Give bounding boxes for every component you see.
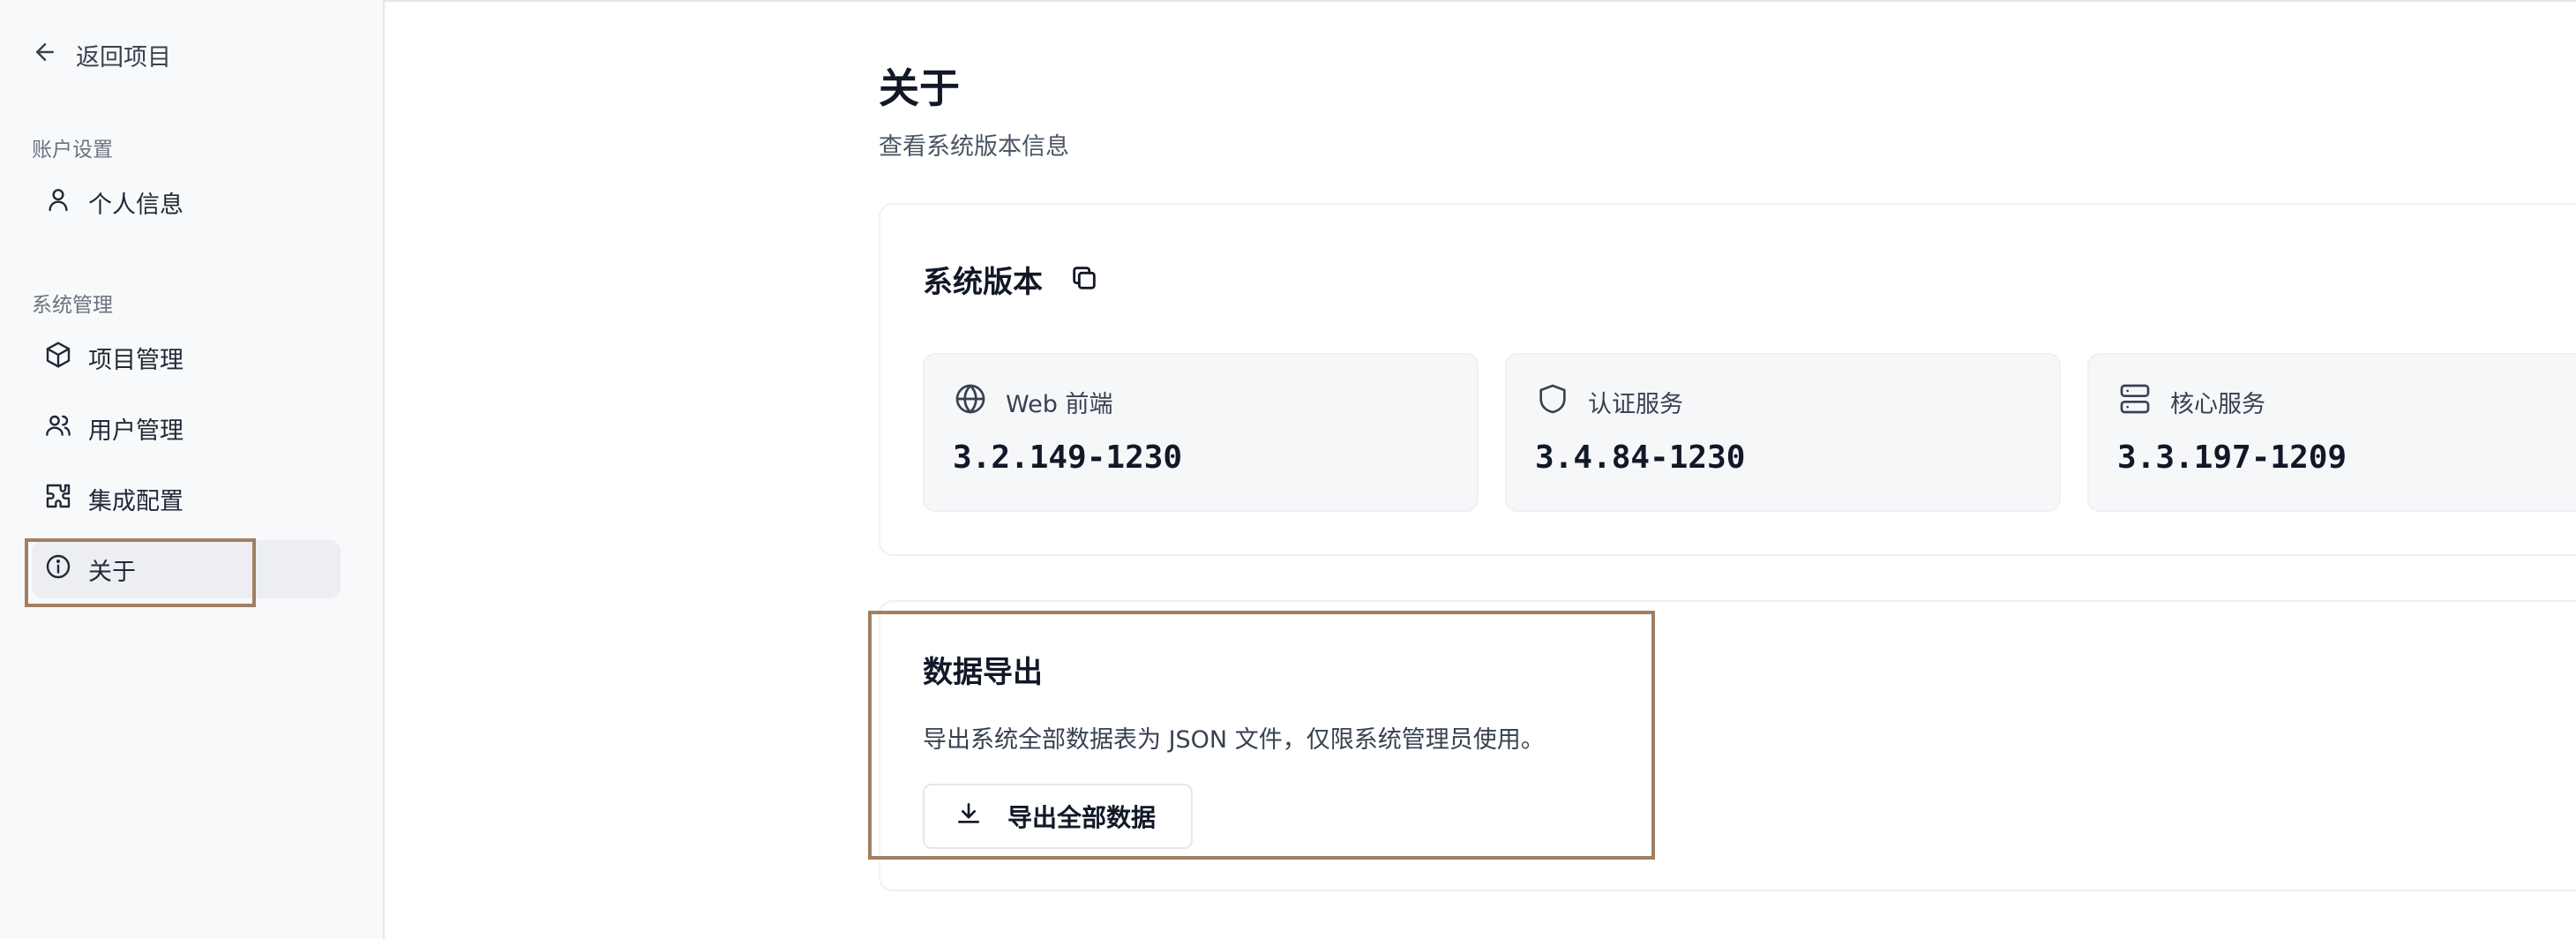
users-icon: [44, 411, 72, 446]
tile-version: 3.2.149-1230: [953, 439, 1183, 476]
tile-label: 核心服务: [2170, 391, 2265, 418]
sidebar-item-label: 集成配置: [88, 487, 183, 515]
version-card-title: 系统版本: [923, 265, 1043, 300]
tile-header: Web 前端: [953, 381, 1112, 423]
tile-header: 核心服务: [2117, 381, 2265, 423]
export-card-title: 数据导出: [923, 655, 1043, 690]
sidebar: 返回项目 账户设置 个人信息 系统管理 项目管理 用户管理 集成配置 关于: [0, 0, 385, 939]
export-all-data-button[interactable]: 导出全部数据: [923, 784, 1193, 849]
arrow-left-icon: [32, 39, 58, 71]
sidebar-item-profile[interactable]: 个人信息: [32, 173, 341, 231]
tile-version: 3.3.197-1209: [2117, 439, 2348, 476]
app: 返回项目 账户设置 个人信息 系统管理 项目管理 用户管理 集成配置 关于 关于…: [0, 0, 2576, 939]
version-tile-auth: 认证服务 3.4.84-1230: [1505, 353, 2061, 512]
shield-icon: [1535, 381, 1570, 423]
package-icon: [44, 341, 72, 375]
sidebar-item-integrations[interactable]: 集成配置: [32, 470, 341, 528]
system-version-card: 系统版本 Web 前端 3.2.149-1230 认证服务 3.4.84-123…: [879, 203, 2576, 556]
section-title-system: 系统管理: [32, 294, 113, 317]
sidebar-item-projects[interactable]: 项目管理: [32, 328, 341, 387]
tile-label: 认证服务: [1588, 391, 1683, 418]
export-card-description: 导出系统全部数据表为 JSON 文件，仅限系统管理员使用。: [923, 726, 1545, 754]
sidebar-item-users[interactable]: 用户管理: [32, 399, 341, 457]
export-button-label: 导出全部数据: [1007, 804, 1157, 831]
info-icon: [44, 552, 72, 587]
page-subtitle: 查看系统版本信息: [879, 133, 1069, 161]
back-to-project-link[interactable]: 返回项目: [32, 35, 171, 74]
puzzle-icon: [44, 482, 72, 516]
copy-icon[interactable]: [1069, 263, 1099, 297]
sidebar-item-about[interactable]: 关于: [32, 540, 341, 598]
sidebar-item-label: 用户管理: [88, 417, 183, 445]
sidebar-item-label: 个人信息: [88, 191, 183, 219]
data-export-card: 数据导出 导出系统全部数据表为 JSON 文件，仅限系统管理员使用。 导出全部数…: [879, 600, 2576, 891]
server-icon: [2117, 381, 2153, 423]
version-tile-web: Web 前端 3.2.149-1230: [923, 353, 1479, 512]
top-divider: [0, 0, 2576, 4]
version-tile-core: 核心服务 3.3.197-1209: [2087, 353, 2576, 512]
user-icon: [44, 185, 72, 220]
back-label: 返回项目: [76, 43, 171, 71]
sidebar-item-label: 关于: [88, 558, 136, 586]
download-icon: [955, 800, 983, 834]
globe-icon: [953, 381, 988, 423]
tile-label: Web 前端: [1006, 391, 1113, 418]
section-title-account: 账户设置: [32, 139, 113, 162]
tile-version: 3.4.84-1230: [1535, 439, 1746, 476]
page-title: 关于: [879, 64, 960, 112]
tile-header: 认证服务: [1535, 381, 1683, 423]
sidebar-item-label: 项目管理: [88, 346, 183, 374]
version-card-header: 系统版本: [923, 258, 1099, 301]
